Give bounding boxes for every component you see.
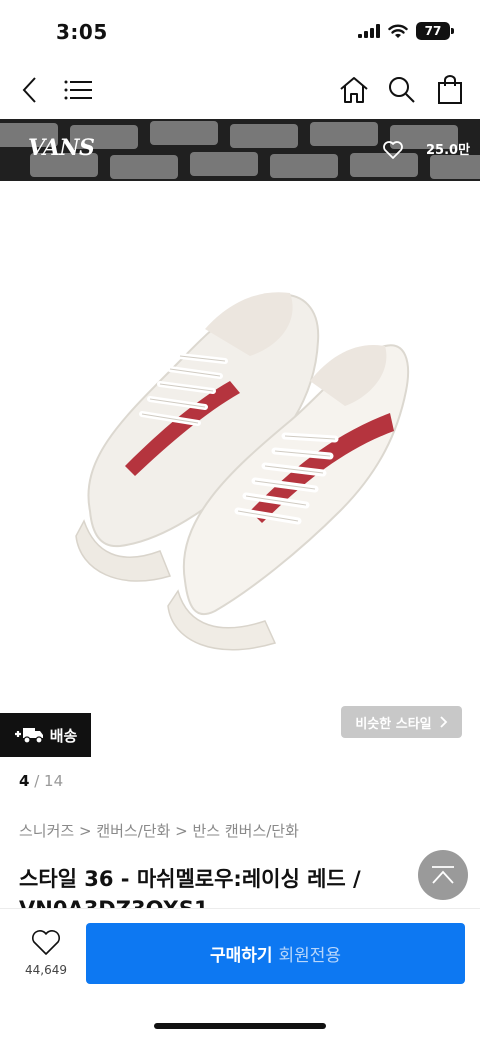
chevron-right-icon <box>440 716 447 728</box>
home-icon <box>340 77 368 103</box>
buy-label: 구매하기 <box>209 946 273 966</box>
scroll-top-button[interactable] <box>418 850 468 900</box>
heart-icon <box>31 930 61 955</box>
shopping-bag-icon <box>438 75 462 104</box>
brand-like-count: 25.0만 <box>426 143 471 158</box>
back-button[interactable] <box>10 70 50 110</box>
wishlist-count: 44,649 <box>25 963 67 977</box>
buy-sub-label: 회원전용 <box>278 946 342 966</box>
arrow-up-icon <box>432 866 454 884</box>
brand-logo: VANS <box>28 135 95 161</box>
delivery-label: 배송 <box>49 726 78 745</box>
similar-style-button[interactable]: 비슷한 스타일 <box>341 706 462 738</box>
brand-banner[interactable]: VANS 25.0만 <box>0 119 480 181</box>
breadcrumb-separator: > <box>170 822 193 840</box>
heart-icon <box>383 141 403 159</box>
breadcrumb-separator: > <box>74 822 97 840</box>
breadcrumb-item[interactable]: 캔버스/단화 <box>96 822 170 840</box>
delivery-truck-icon <box>14 728 43 744</box>
status-icons: 77 <box>358 22 454 40</box>
brand-like-button[interactable] <box>380 137 406 163</box>
delivery-badge: 배송 <box>0 713 91 757</box>
product-title: 스타일 36 - 마쉬멜로우:레이싱 레드 / VN0A3DZ3OXS1 <box>19 867 361 908</box>
nav-bar <box>0 62 480 118</box>
chevron-left-icon <box>22 77 36 103</box>
status-time: 3:05 <box>56 20 108 44</box>
product-image[interactable] <box>0 181 480 709</box>
image-pager: 4 / 14 <box>19 772 63 790</box>
home-button[interactable] <box>334 70 374 110</box>
search-button[interactable] <box>382 70 422 110</box>
cart-button[interactable] <box>430 70 470 110</box>
search-icon <box>389 77 415 103</box>
buy-button[interactable]: 구매하기 회원전용 <box>86 923 465 984</box>
battery-level: 77 <box>424 24 442 38</box>
wishlist-button[interactable]: 44,649 <box>16 929 76 977</box>
cellular-signal-icon <box>358 24 380 38</box>
sneaker-pair-icon <box>75 292 410 651</box>
breadcrumb: 스니커즈 > 캔버스/단화 > 반스 캔버스/단화 <box>19 820 299 841</box>
similar-style-label: 비슷한 스타일 <box>355 716 432 732</box>
menu-button[interactable] <box>58 70 98 110</box>
bottom-action-bar: 44,649 구매하기 회원전용 <box>0 908 480 1039</box>
wifi-icon <box>388 24 408 38</box>
home-indicator <box>154 1023 326 1029</box>
pager-current: 4 <box>19 772 30 790</box>
pager-separator: / <box>29 772 45 790</box>
breadcrumb-item[interactable]: 스니커즈 <box>19 822 74 840</box>
breadcrumb-item[interactable]: 반스 캔버스/단화 <box>192 822 298 840</box>
pager-total: 14 <box>44 772 64 790</box>
battery-indicator: 77 <box>416 22 454 40</box>
menu-icon <box>64 80 92 100</box>
status-bar: 3:05 77 <box>0 0 480 62</box>
